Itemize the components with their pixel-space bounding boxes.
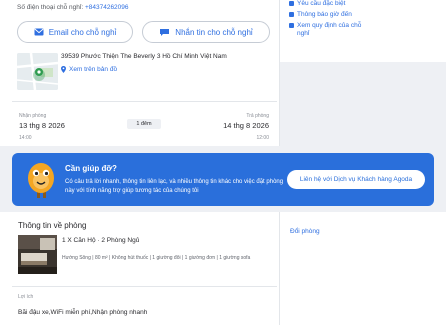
checkin-date: 13 thg 8 2026 <box>19 121 65 130</box>
map-pin-icon <box>61 66 66 73</box>
checkout-time: 12:00 <box>256 135 269 141</box>
checkout-date: 14 thg 8 2026 <box>223 121 269 130</box>
email-property-button[interactable]: Email cho chỗ nghỉ <box>17 21 133 43</box>
benefits-label: Lợi ích <box>18 294 34 300</box>
request-icon <box>289 1 294 6</box>
side-link-label-line-1: Xem quy định của chỗ <box>297 22 362 29</box>
map-image <box>17 53 58 90</box>
divider <box>12 286 277 287</box>
side-link-label-line-2: nghỉ <box>297 30 310 37</box>
checkout-block: Trả phòng 14 thg 8 2026 12:00 <box>223 113 269 141</box>
room-info-card: Thông tin về phòng Đổi phòng 1 X Căn Hộ … <box>0 212 446 325</box>
room-name: 1 X Căn Hộ · 2 Phòng Ngủ <box>62 237 140 244</box>
divider <box>279 212 280 325</box>
clock-icon <box>289 12 294 17</box>
view-map-link[interactable]: Xem trên bản đồ <box>61 66 117 73</box>
message-property-button[interactable]: Nhắn tin cho chỗ nghỉ <box>142 21 270 43</box>
side-links-panel: Yêu cầu đặc biệt Thông báo giờ đến Xem q… <box>280 0 446 62</box>
room-details: Hướng Sông | 80 m² | Không hút thuốc | 1… <box>62 255 251 261</box>
room-photo[interactable] <box>18 235 57 274</box>
phone-label: Số điện thoại chỗ nghỉ: <box>17 4 84 11</box>
phone-row: Số điện thoại chỗ nghỉ: +84374262096 <box>17 4 129 11</box>
change-room-link[interactable]: Đổi phòng <box>290 228 320 235</box>
chat-icon <box>160 28 170 36</box>
checkin-time: 14:00 <box>19 135 32 141</box>
phone-number-link[interactable]: +84374262096 <box>85 4 129 11</box>
property-address: 39539 Phước Thiện The Beverly 3 Hồ Chí M… <box>61 53 227 60</box>
side-link-property-policy[interactable]: Xem quy định của chỗ nghỉ <box>289 22 361 38</box>
side-link-arrival-time[interactable]: Thông báo giờ đến <box>289 11 352 19</box>
nights-badge: 1 đêm <box>127 119 161 129</box>
envelope-icon <box>34 28 44 36</box>
side-link-label: Yêu cầu đặc biệt <box>297 0 346 7</box>
checkin-label: Nhận phòng <box>19 113 47 119</box>
room-section-title: Thông tin về phòng <box>18 221 87 230</box>
contact-customer-service-button[interactable]: Liên hệ với Dịch vụ Khách hàng Agoda <box>287 170 425 189</box>
agoda-mascot-icon <box>28 163 54 198</box>
benefits-list: Bãi đậu xe,WiFi miễn phí,Nhận phòng nhan… <box>18 309 148 316</box>
property-contact-card: Số điện thoại chỗ nghỉ: +84374262096 Ema… <box>0 0 280 146</box>
view-map-label: Xem trên bản đồ <box>69 66 118 73</box>
side-link-label: Xem quy định của chỗ nghỉ <box>297 22 361 38</box>
room-image <box>18 235 57 274</box>
checkin-block: Nhận phòng 13 thg 8 2026 14:00 <box>19 113 65 141</box>
help-description: Có câu trả lời nhanh, thông tin liên lạc… <box>65 179 284 194</box>
map-thumbnail[interactable] <box>17 53 58 90</box>
email-button-label: Email cho chỗ nghỉ <box>48 27 117 37</box>
side-link-special-request[interactable]: Yêu cầu đặc biệt <box>289 0 345 8</box>
help-banner: Cần giúp đỡ? Có câu trả lời nhanh, thông… <box>12 153 434 206</box>
policy-icon <box>289 23 294 28</box>
divider <box>12 101 277 102</box>
side-link-label: Thông báo giờ đến <box>297 11 352 18</box>
help-title: Cần giúp đỡ? <box>65 164 117 173</box>
message-button-label: Nhắn tin cho chỗ nghỉ <box>175 27 253 37</box>
checkout-label: Trả phòng <box>246 113 269 119</box>
